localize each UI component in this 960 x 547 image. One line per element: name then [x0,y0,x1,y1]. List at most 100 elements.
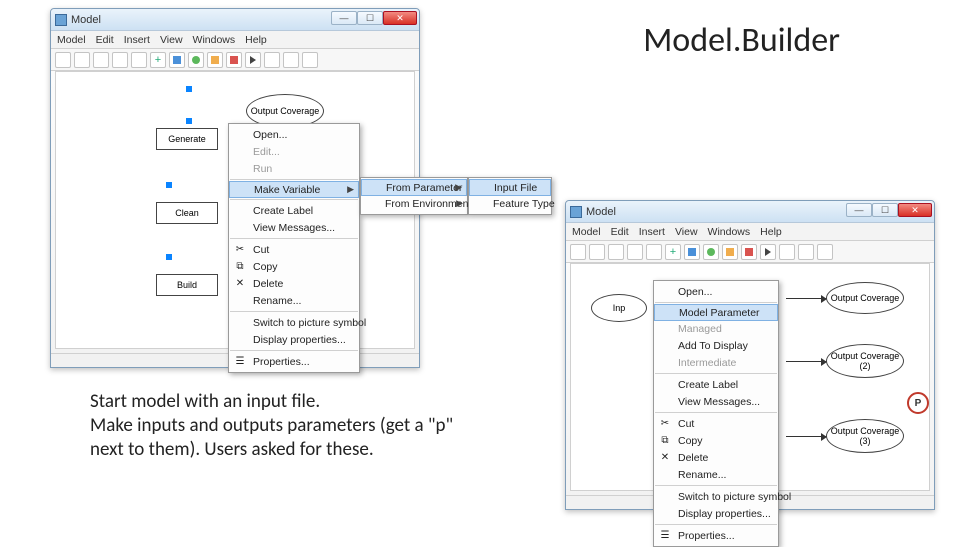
menubar[interactable]: Model Edit Insert View Windows Help [566,223,934,241]
menubar[interactable]: Model Edit Insert View Windows Help [51,31,419,49]
menu-insert[interactable]: Insert [124,34,150,46]
menu-item-model-parameter[interactable]: Model Parameter [654,304,778,321]
menu-help[interactable]: Help [760,226,782,238]
menu-view[interactable]: View [675,226,698,238]
tool-pan-icon[interactable] [264,52,280,68]
menu-item-rename[interactable]: Rename... [654,466,778,483]
node-clean[interactable]: Clean [156,202,218,224]
menu-view[interactable]: View [160,34,183,46]
menu-item-view-messages[interactable]: View Messages... [229,219,359,236]
tool-stop-icon[interactable] [226,52,242,68]
menu-item-view-messages[interactable]: View Messages... [654,393,778,410]
maximize-button[interactable]: ☐ [357,11,383,25]
tool-copy-icon[interactable] [112,52,128,68]
context-menu[interactable]: Open... Edit... Run Make Variable▶ Creat… [228,123,360,373]
tool-zoom-icon[interactable] [798,244,814,260]
tool-add-icon[interactable] [150,52,166,68]
menu-item-open[interactable]: Open... [229,126,359,143]
titlebar[interactable]: Model — ☐ ✕ [51,9,419,31]
node-output-3[interactable]: Output Coverage (3) [826,419,904,453]
tool-add-icon[interactable] [665,244,681,260]
tool-connect-icon[interactable] [684,244,700,260]
tool-connect-icon[interactable] [169,52,185,68]
submenu-item-from-environment[interactable]: From Environment▶ [361,195,467,212]
menu-windows[interactable]: Windows [708,226,751,238]
menu-item-add-to-display[interactable]: Add To Display [654,337,778,354]
menu-model[interactable]: Model [57,34,86,46]
tool-cut-icon[interactable] [93,52,109,68]
tool-select-icon[interactable] [245,52,261,68]
separator [230,311,358,312]
tool-pan-icon[interactable] [779,244,795,260]
submenu-item-input-file[interactable]: Input File [469,179,551,196]
menu-item-managed[interactable]: Managed [654,320,778,337]
tool-stop-icon[interactable] [741,244,757,260]
menu-model[interactable]: Model [572,226,601,238]
menu-item-copy[interactable]: ⧉Copy [654,432,778,449]
tool-paste-icon[interactable] [131,52,147,68]
menu-item-properties[interactable]: ☰Properties... [229,353,359,370]
close-button[interactable]: ✕ [898,203,932,217]
tool-paste-icon[interactable] [646,244,662,260]
node-output-2[interactable]: Output Coverage (2) [826,344,904,378]
tool-run-icon[interactable] [703,244,719,260]
tool-save-icon[interactable] [55,52,71,68]
menu-item-run[interactable]: Run [229,160,359,177]
menu-item-rename[interactable]: Rename... [229,292,359,309]
node-generate[interactable]: Generate [156,128,218,150]
tool-zoom-icon[interactable] [283,52,299,68]
tool-save-icon[interactable] [570,244,586,260]
tool-cut-icon[interactable] [608,244,624,260]
node-input[interactable]: Inp [591,294,647,322]
tool-print-icon[interactable] [74,52,90,68]
tool-select-icon[interactable] [760,244,776,260]
titlebar[interactable]: Model — ☐ ✕ [566,201,934,223]
menu-item-create-label[interactable]: Create Label [229,202,359,219]
maximize-button[interactable]: ☐ [872,203,898,217]
menu-item-switch-symbol[interactable]: Switch to picture symbol [229,314,359,331]
menu-edit[interactable]: Edit [611,226,629,238]
tool-run-icon[interactable] [188,52,204,68]
submenu-item-from-parameter[interactable]: From Parameter▶ [361,179,467,196]
close-button[interactable]: ✕ [383,11,417,25]
tool-print-icon[interactable] [589,244,605,260]
menu-item-edit[interactable]: Edit... [229,143,359,160]
menu-item-display-props[interactable]: Display properties... [654,505,778,522]
minimize-button[interactable]: — [846,203,872,217]
tool-validate-icon[interactable] [722,244,738,260]
menu-item-create-label[interactable]: Create Label [654,376,778,393]
menu-item-make-variable[interactable]: Make Variable▶ [229,181,359,198]
menu-item-cut[interactable]: ✂Cut [229,241,359,258]
menu-item-display-props[interactable]: Display properties... [229,331,359,348]
menu-insert[interactable]: Insert [639,226,665,238]
menu-item-intermediate[interactable]: Intermediate [654,354,778,371]
menu-item-copy[interactable]: ⧉Copy [229,258,359,275]
context-menu[interactable]: Open... Model Parameter Managed Add To D… [653,280,779,547]
connector-arrow [786,298,826,299]
tool-layout-icon[interactable] [817,244,833,260]
slide-caption: Start model with an input file. Make inp… [90,390,470,461]
submenu-item-feature-type[interactable]: Feature Type [469,195,551,212]
submenu-parameter-type[interactable]: Input File Feature Type [468,177,552,215]
menu-item-switch-symbol[interactable]: Switch to picture symbol [654,488,778,505]
menu-item-properties[interactable]: ☰Properties... [654,527,778,544]
delete-icon: ✕ [233,277,247,291]
menu-item-open[interactable]: Open... [654,283,778,300]
menu-help[interactable]: Help [245,34,267,46]
tool-validate-icon[interactable] [207,52,223,68]
label: Display properties... [253,334,346,346]
tool-layout-icon[interactable] [302,52,318,68]
node-output-1[interactable]: Output Coverage [826,282,904,314]
menu-edit[interactable]: Edit [96,34,114,46]
toolbar[interactable] [566,241,934,263]
menu-item-delete[interactable]: ✕Delete [654,449,778,466]
window-title: Model [71,14,101,26]
minimize-button[interactable]: — [331,11,357,25]
menu-windows[interactable]: Windows [193,34,236,46]
menu-item-delete[interactable]: ✕Delete [229,275,359,292]
node-build[interactable]: Build [156,274,218,296]
menu-item-cut[interactable]: ✂Cut [654,415,778,432]
tool-copy-icon[interactable] [627,244,643,260]
toolbar[interactable] [51,49,419,71]
submenu-make-variable[interactable]: From Parameter▶ From Environment▶ [360,177,468,215]
